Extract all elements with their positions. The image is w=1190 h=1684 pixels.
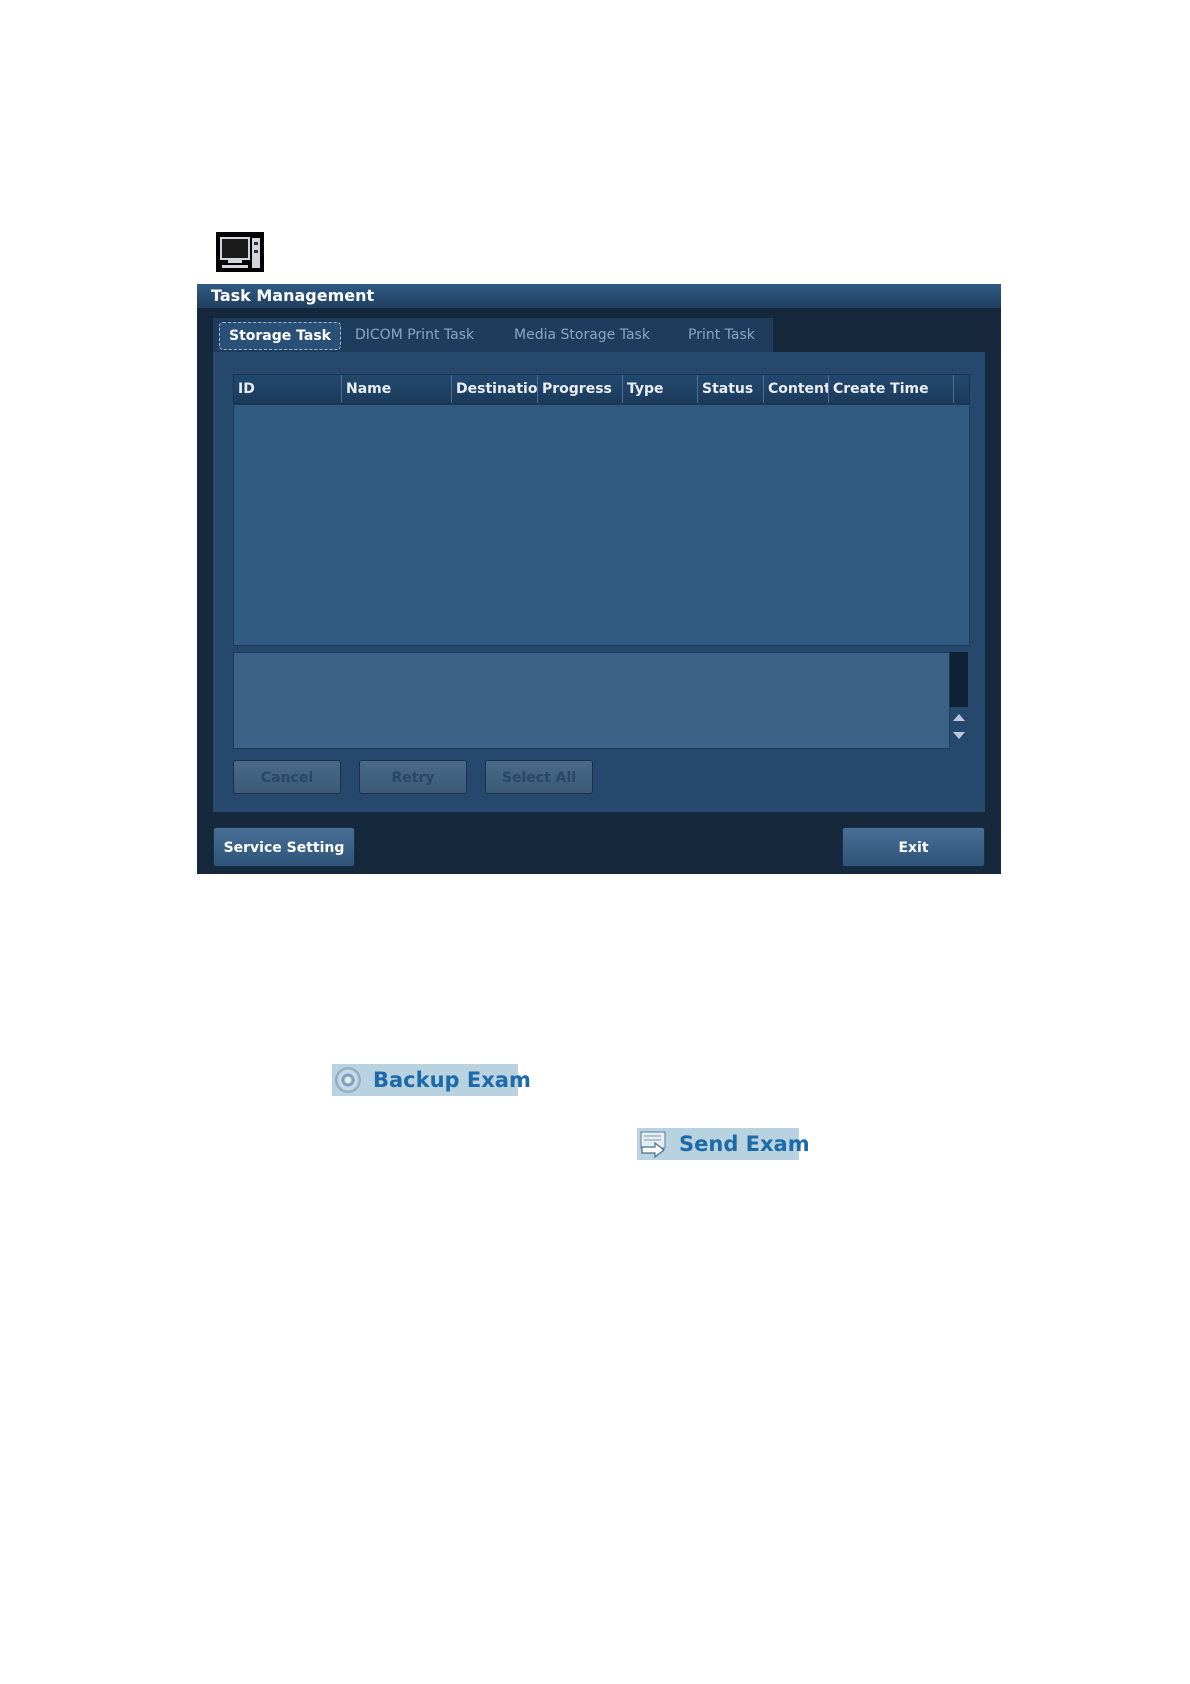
task-management-window: Task Management Storage Task DICOM Print… bbox=[197, 284, 1001, 874]
task-table-body[interactable] bbox=[233, 404, 970, 646]
tab-media-storage-task[interactable]: Media Storage Task bbox=[514, 318, 650, 352]
column-header-status[interactable]: Status bbox=[698, 375, 764, 403]
column-header-progress[interactable]: Progress bbox=[538, 375, 623, 403]
column-header-name[interactable]: Name bbox=[342, 375, 452, 403]
send-arrow-icon bbox=[640, 1131, 666, 1158]
disc-icon bbox=[335, 1067, 361, 1093]
message-area bbox=[233, 652, 950, 749]
message-scrollbar[interactable] bbox=[950, 652, 968, 747]
tab-print-task[interactable]: Print Task bbox=[688, 318, 755, 352]
backup-exam-button[interactable]: Backup Exam bbox=[332, 1064, 531, 1096]
tab-bar: Storage Task DICOM Print Task Media Stor… bbox=[213, 318, 773, 352]
column-header-create-time[interactable]: Create Time bbox=[829, 375, 954, 403]
cancel-button[interactable]: Cancel bbox=[233, 760, 341, 794]
backup-exam-label: Backup Exam bbox=[373, 1068, 531, 1092]
column-header-type[interactable]: Type bbox=[623, 375, 698, 403]
window-title: Task Management bbox=[211, 286, 375, 305]
exit-button[interactable]: Exit bbox=[842, 827, 985, 867]
storage-task-panel: ID Name Destination Progress Type Status… bbox=[213, 352, 985, 812]
column-header-id[interactable]: ID bbox=[234, 375, 342, 403]
scroll-down-arrow-icon[interactable] bbox=[953, 732, 965, 739]
title-bar: Task Management bbox=[197, 284, 1001, 308]
service-setting-button[interactable]: Service Setting bbox=[213, 827, 355, 867]
retry-button[interactable]: Retry bbox=[359, 760, 467, 794]
scrollbar-track[interactable] bbox=[950, 652, 968, 707]
column-header-destination[interactable]: Destination bbox=[452, 375, 538, 403]
send-exam-button[interactable]: Send Exam bbox=[637, 1128, 810, 1160]
send-exam-label: Send Exam bbox=[679, 1132, 810, 1156]
task-table-header: ID Name Destination Progress Type Status… bbox=[233, 374, 970, 404]
select-all-button[interactable]: Select All bbox=[485, 760, 593, 794]
monitor-computer-icon bbox=[216, 232, 264, 272]
tab-dicom-print-task[interactable]: DICOM Print Task bbox=[355, 318, 474, 352]
column-header-content[interactable]: Content bbox=[764, 375, 829, 403]
scroll-up-arrow-icon[interactable] bbox=[953, 714, 965, 721]
tab-storage-task[interactable]: Storage Task bbox=[219, 322, 341, 350]
